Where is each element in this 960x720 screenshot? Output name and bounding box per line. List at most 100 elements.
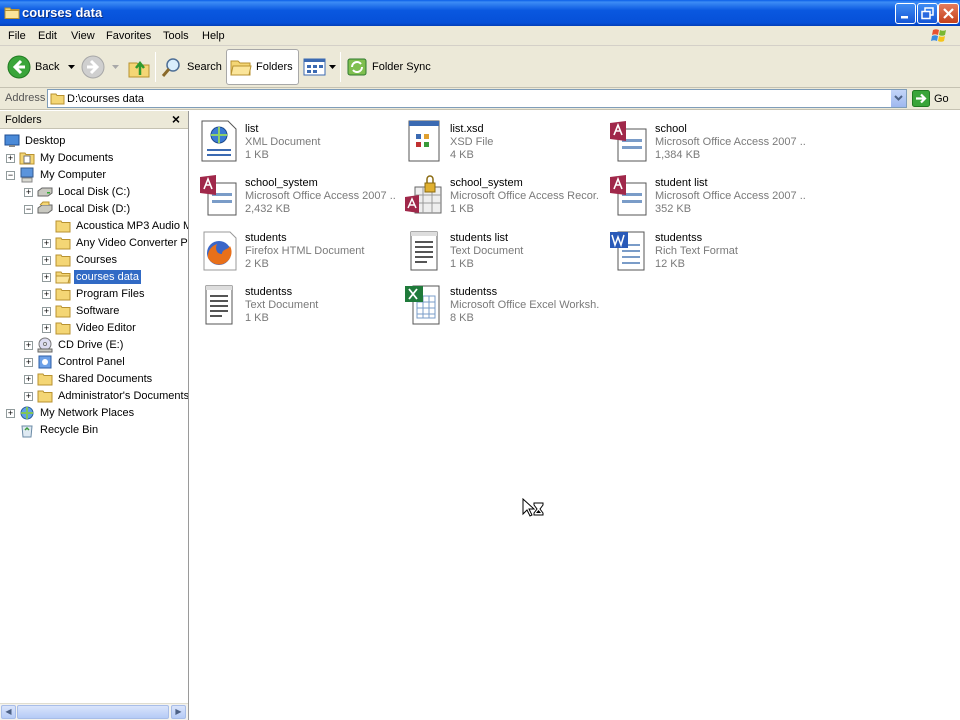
- file-item[interactable]: list XML Document 1 KB: [190, 115, 390, 163]
- restore-button[interactable]: [917, 3, 938, 24]
- up-folder-icon: [128, 60, 150, 78]
- close-pane-button[interactable]: ×: [172, 111, 180, 127]
- search-icon: [161, 58, 180, 77]
- scrollbar-thumb[interactable]: [17, 705, 169, 719]
- tree-item-program-files[interactable]: + Program Files: [42, 286, 146, 302]
- folder-icon: [50, 93, 65, 105]
- tree-item-acoustica[interactable]: Acoustica MP3 Audio Mixer: [42, 218, 188, 234]
- word-rtf-icon: [610, 231, 645, 271]
- tree-item-cd-drive[interactable]: + CD Drive (E:): [24, 337, 125, 353]
- expand-icon[interactable]: +: [24, 391, 33, 401]
- windows-logo-icon: [931, 29, 946, 42]
- collapse-icon[interactable]: −: [24, 204, 33, 214]
- search-button[interactable]: Search: [161, 50, 222, 84]
- expand-icon[interactable]: +: [42, 323, 51, 333]
- tree-item-local-disk-c[interactable]: + Local Disk (C:): [24, 184, 132, 200]
- minimize-button[interactable]: [895, 3, 916, 24]
- go-button[interactable]: Go: [912, 90, 949, 107]
- menu-edit[interactable]: Edit: [38, 30, 57, 42]
- tree-item-control-panel[interactable]: + Control Panel: [24, 354, 127, 370]
- file-item[interactable]: school_system Microsoft Office Access Re…: [395, 169, 600, 217]
- folder-sync-icon: [347, 58, 367, 76]
- my-computer-icon: [20, 167, 34, 183]
- scroll-left-button[interactable]: ◀: [1, 705, 16, 719]
- tree-item-courses-data[interactable]: + courses data: [42, 269, 141, 285]
- access-database-icon: [610, 175, 647, 216]
- file-item[interactable]: student list Microsoft Office Access 200…: [600, 169, 805, 217]
- forward-arrow-icon: [81, 55, 105, 79]
- up-folder-button[interactable]: [127, 50, 151, 84]
- forward-button[interactable]: [81, 50, 121, 84]
- address-bar: Address D:\courses data Go: [0, 88, 960, 110]
- tree-item-software[interactable]: + Software: [42, 303, 121, 319]
- folder-icon: [55, 237, 71, 250]
- folder-icon: [4, 7, 20, 19]
- menu-bar: File Edit View Favorites Tools Help: [0, 26, 960, 46]
- tree-item-shared-documents[interactable]: + Shared Documents: [24, 371, 154, 387]
- address-value: D:\courses data: [67, 93, 145, 105]
- expand-icon[interactable]: +: [42, 272, 51, 282]
- file-list-area: list XML Document 1 KB list.xsd XSD File…: [190, 111, 960, 720]
- file-item[interactable]: school_system Microsoft Office Access 20…: [190, 169, 395, 217]
- close-icon: [943, 8, 954, 19]
- toolbar-separator: [340, 52, 341, 82]
- tree-item-administrators-documents[interactable]: + Administrator's Documents: [24, 388, 188, 404]
- close-button[interactable]: [938, 3, 959, 24]
- chevron-down-icon[interactable]: [67, 62, 77, 72]
- file-item[interactable]: studentss Microsoft Office Excel Worksh.…: [395, 278, 600, 326]
- collapse-icon[interactable]: −: [6, 170, 15, 180]
- horizontal-scrollbar[interactable]: ◀ ▶: [0, 703, 188, 720]
- file-item[interactable]: school Microsoft Office Access 2007 ... …: [600, 115, 805, 163]
- tree-item-any-video-converter[interactable]: + Any Video Converter Pro: [42, 235, 188, 251]
- tree-item-my-computer[interactable]: − My Computer: [6, 167, 108, 183]
- expand-icon[interactable]: +: [6, 408, 15, 418]
- menu-file[interactable]: File: [8, 30, 26, 42]
- xml-document-icon: [201, 120, 237, 162]
- window-title: courses data: [22, 5, 103, 20]
- menu-favorites[interactable]: Favorites: [106, 30, 151, 42]
- views-button[interactable]: [303, 50, 337, 84]
- expand-icon[interactable]: +: [6, 153, 15, 163]
- address-label: Address: [5, 92, 46, 104]
- recycle-bin-icon: [21, 425, 33, 438]
- tree-item-my-network-places[interactable]: + My Network Places: [6, 405, 136, 421]
- file-item[interactable]: students Firefox HTML Document 2 KB: [190, 224, 390, 272]
- file-item[interactable]: studentss Rich Text Format 12 KB: [600, 224, 800, 272]
- file-item[interactable]: students list Text Document 1 KB: [395, 224, 595, 272]
- expand-icon[interactable]: +: [24, 374, 33, 384]
- access-database-icon: [200, 175, 237, 216]
- folder-open-icon: [55, 271, 71, 284]
- tree-item-recycle-bin[interactable]: Recycle Bin: [6, 422, 100, 438]
- folders-pane-title: Folders: [5, 114, 42, 126]
- file-item[interactable]: list.xsd XSD File 4 KB: [395, 115, 595, 163]
- chevron-down-icon: [894, 95, 903, 101]
- tree-item-desktop[interactable]: Desktop: [4, 133, 67, 149]
- cd-drive-icon: [37, 337, 53, 353]
- expand-icon[interactable]: +: [24, 340, 33, 350]
- folders-button[interactable]: Folders: [226, 49, 299, 85]
- tree-item-local-disk-d[interactable]: − Local Disk (D:): [24, 201, 132, 217]
- expand-icon[interactable]: +: [42, 255, 51, 265]
- back-button[interactable]: Back: [7, 50, 77, 84]
- folder-icon: [55, 220, 71, 233]
- menu-view[interactable]: View: [71, 30, 95, 42]
- address-dropdown-button[interactable]: [890, 90, 906, 107]
- tree-item-my-documents[interactable]: + My Documents: [6, 150, 115, 166]
- expand-icon[interactable]: +: [42, 289, 51, 299]
- file-item[interactable]: studentss Text Document 1 KB: [190, 278, 390, 326]
- control-panel-icon: [38, 355, 52, 369]
- access-database-icon: [610, 121, 647, 162]
- expand-icon[interactable]: +: [24, 357, 33, 367]
- menu-tools[interactable]: Tools: [163, 30, 189, 42]
- menu-help[interactable]: Help: [202, 30, 225, 42]
- expand-icon[interactable]: +: [42, 238, 51, 248]
- address-input[interactable]: D:\courses data: [47, 89, 907, 108]
- tree-item-courses[interactable]: + Courses: [42, 252, 119, 268]
- chevron-down-icon: [329, 65, 336, 69]
- expand-icon[interactable]: +: [42, 306, 51, 316]
- tree-item-video-editor[interactable]: + Video Editor: [42, 320, 138, 336]
- folder-sync-button[interactable]: Folder Sync: [346, 50, 431, 84]
- folder-tree: Desktop + My Documents − My Computer + L…: [0, 131, 188, 703]
- scroll-right-button[interactable]: ▶: [171, 705, 186, 719]
- expand-icon[interactable]: +: [24, 187, 33, 197]
